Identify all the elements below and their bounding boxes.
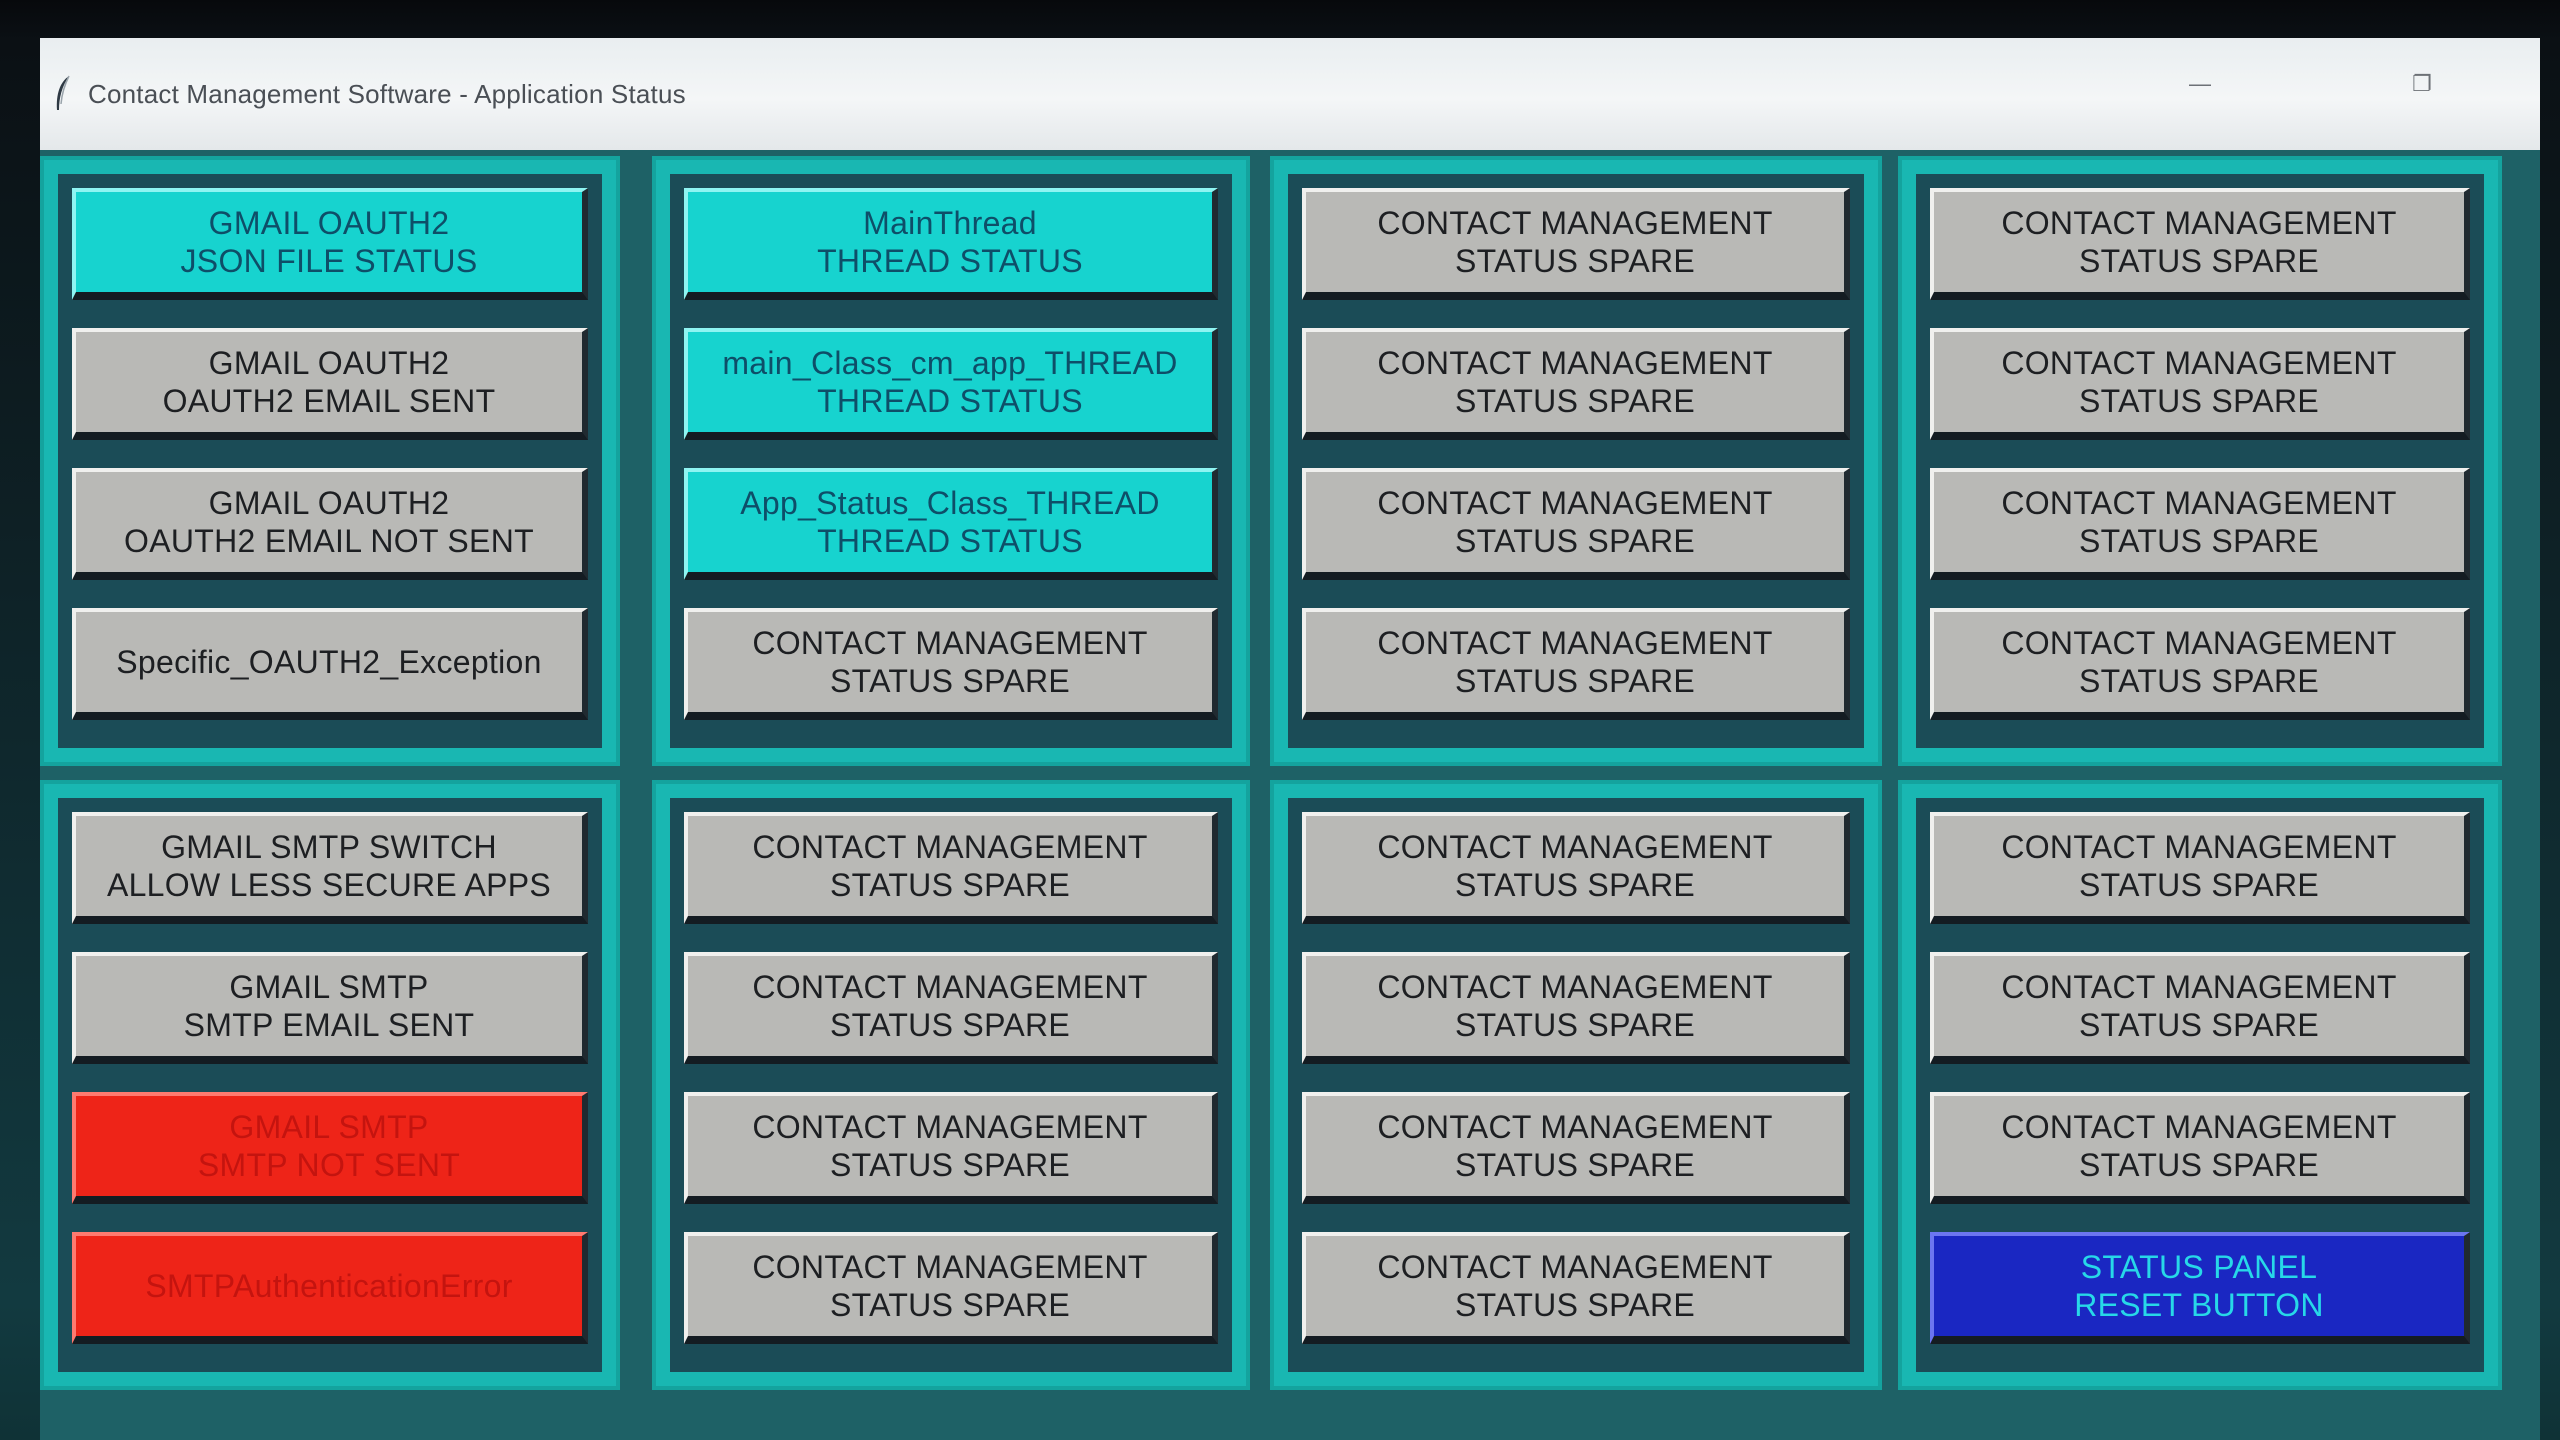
app-window: Contact Management Software - Applicatio… — [40, 38, 2540, 1440]
status-button[interactable]: CONTACT MANAGEMENT STATUS SPARE — [684, 812, 1218, 924]
status-button[interactable]: CONTACT MANAGEMENT STATUS SPARE — [1930, 812, 2470, 924]
status-button[interactable]: GMAIL SMTP SMTP EMAIL SENT — [72, 952, 588, 1064]
status-button[interactable]: main_Class_cm_app_THREAD THREAD STATUS — [684, 328, 1218, 440]
status-button[interactable]: CONTACT MANAGEMENT STATUS SPARE — [1930, 608, 2470, 720]
status-button[interactable]: GMAIL OAUTH2 JSON FILE STATUS — [72, 188, 588, 300]
status-panel-inner: GMAIL OAUTH2 JSON FILE STATUS GMAIL OAUTH… — [58, 174, 602, 748]
status-button[interactable]: CONTACT MANAGEMENT STATUS SPARE — [684, 608, 1218, 720]
title-bar[interactable]: Contact Management Software - Applicatio… — [40, 38, 2540, 150]
status-panel-3: CONTACT MANAGEMENT STATUS SPARE CONTACT M… — [1270, 156, 1882, 766]
status-button[interactable]: App_Status_Class_THREAD THREAD STATUS — [684, 468, 1218, 580]
status-button[interactable]: CONTACT MANAGEMENT STATUS SPARE — [1930, 468, 2470, 580]
status-button[interactable]: CONTACT MANAGEMENT STATUS SPARE — [1930, 188, 2470, 300]
status-button[interactable]: CONTACT MANAGEMENT STATUS SPARE — [1930, 952, 2470, 1064]
status-button[interactable]: CONTACT MANAGEMENT STATUS SPARE — [1302, 328, 1850, 440]
status-panel-inner: CONTACT MANAGEMENT STATUS SPARE CONTACT M… — [1916, 174, 2484, 748]
status-button[interactable]: MainThread THREAD STATUS — [684, 188, 1218, 300]
minimize-button[interactable]: — — [2180, 64, 2220, 104]
status-button[interactable]: SMTPAuthenticationError — [72, 1232, 588, 1344]
status-panel-inner: CONTACT MANAGEMENT STATUS SPARE CONTACT M… — [1288, 174, 1864, 748]
status-button[interactable]: CONTACT MANAGEMENT STATUS SPARE — [1302, 608, 1850, 720]
status-panel-7: CONTACT MANAGEMENT STATUS SPARE CONTACT M… — [1270, 780, 1882, 1390]
status-panel-inner: GMAIL SMTP SWITCH ALLOW LESS SECURE APPS… — [58, 798, 602, 1372]
status-panel-inner: MainThread THREAD STATUS main_Class_cm_ap… — [670, 174, 1232, 748]
status-panel-4: CONTACT MANAGEMENT STATUS SPARE CONTACT M… — [1898, 156, 2502, 766]
status-button[interactable]: GMAIL SMTP SWITCH ALLOW LESS SECURE APPS — [72, 812, 588, 924]
status-panel-2: MainThread THREAD STATUS main_Class_cm_ap… — [652, 156, 1250, 766]
status-button[interactable]: CONTACT MANAGEMENT STATUS SPARE — [1930, 328, 2470, 440]
status-panel-6: CONTACT MANAGEMENT STATUS SPARE CONTACT M… — [652, 780, 1250, 1390]
screen: Contact Management Software - Applicatio… — [0, 0, 2560, 1440]
status-button[interactable]: Specific_OAUTH2_Exception — [72, 608, 588, 720]
status-button[interactable]: CONTACT MANAGEMENT STATUS SPARE — [1302, 1092, 1850, 1204]
window-title: Contact Management Software - Applicatio… — [88, 78, 686, 109]
status-panel-inner: CONTACT MANAGEMENT STATUS SPARE CONTACT M… — [1288, 798, 1864, 1372]
status-button[interactable]: CONTACT MANAGEMENT STATUS SPARE — [1302, 468, 1850, 580]
status-button[interactable]: CONTACT MANAGEMENT STATUS SPARE — [1302, 812, 1850, 924]
status-panel-inner: CONTACT MANAGEMENT STATUS SPARE CONTACT M… — [1916, 798, 2484, 1372]
restore-button[interactable]: ❐ — [2402, 64, 2442, 104]
status-button[interactable]: CONTACT MANAGEMENT STATUS SPARE — [1302, 952, 1850, 1064]
status-button[interactable]: CONTACT MANAGEMENT STATUS SPARE — [684, 1092, 1218, 1204]
status-panel-5: GMAIL SMTP SWITCH ALLOW LESS SECURE APPS… — [40, 780, 620, 1390]
status-panel-8: CONTACT MANAGEMENT STATUS SPARE CONTACT M… — [1898, 780, 2502, 1390]
status-button[interactable]: GMAIL OAUTH2 OAUTH2 EMAIL SENT — [72, 328, 588, 440]
status-panel-1: GMAIL OAUTH2 JSON FILE STATUS GMAIL OAUTH… — [40, 156, 620, 766]
status-button[interactable]: CONTACT MANAGEMENT STATUS SPARE — [1930, 1092, 2470, 1204]
status-button[interactable]: CONTACT MANAGEMENT STATUS SPARE — [1302, 1232, 1850, 1344]
status-button[interactable]: GMAIL SMTP SMTP NOT SENT — [72, 1092, 588, 1204]
status-button[interactable]: CONTACT MANAGEMENT STATUS SPARE — [1302, 188, 1850, 300]
status-button[interactable]: CONTACT MANAGEMENT STATUS SPARE — [684, 952, 1218, 1064]
status-button[interactable]: CONTACT MANAGEMENT STATUS SPARE — [684, 1232, 1218, 1344]
feather-icon — [52, 74, 74, 114]
status-panel-inner: CONTACT MANAGEMENT STATUS SPARE CONTACT M… — [670, 798, 1232, 1372]
status-panel-grid: GMAIL OAUTH2 JSON FILE STATUS GMAIL OAUTH… — [40, 150, 2540, 1440]
status-panel-reset-button[interactable]: STATUS PANEL RESET BUTTON — [1930, 1232, 2470, 1344]
status-button[interactable]: GMAIL OAUTH2 OAUTH2 EMAIL NOT SENT — [72, 468, 588, 580]
